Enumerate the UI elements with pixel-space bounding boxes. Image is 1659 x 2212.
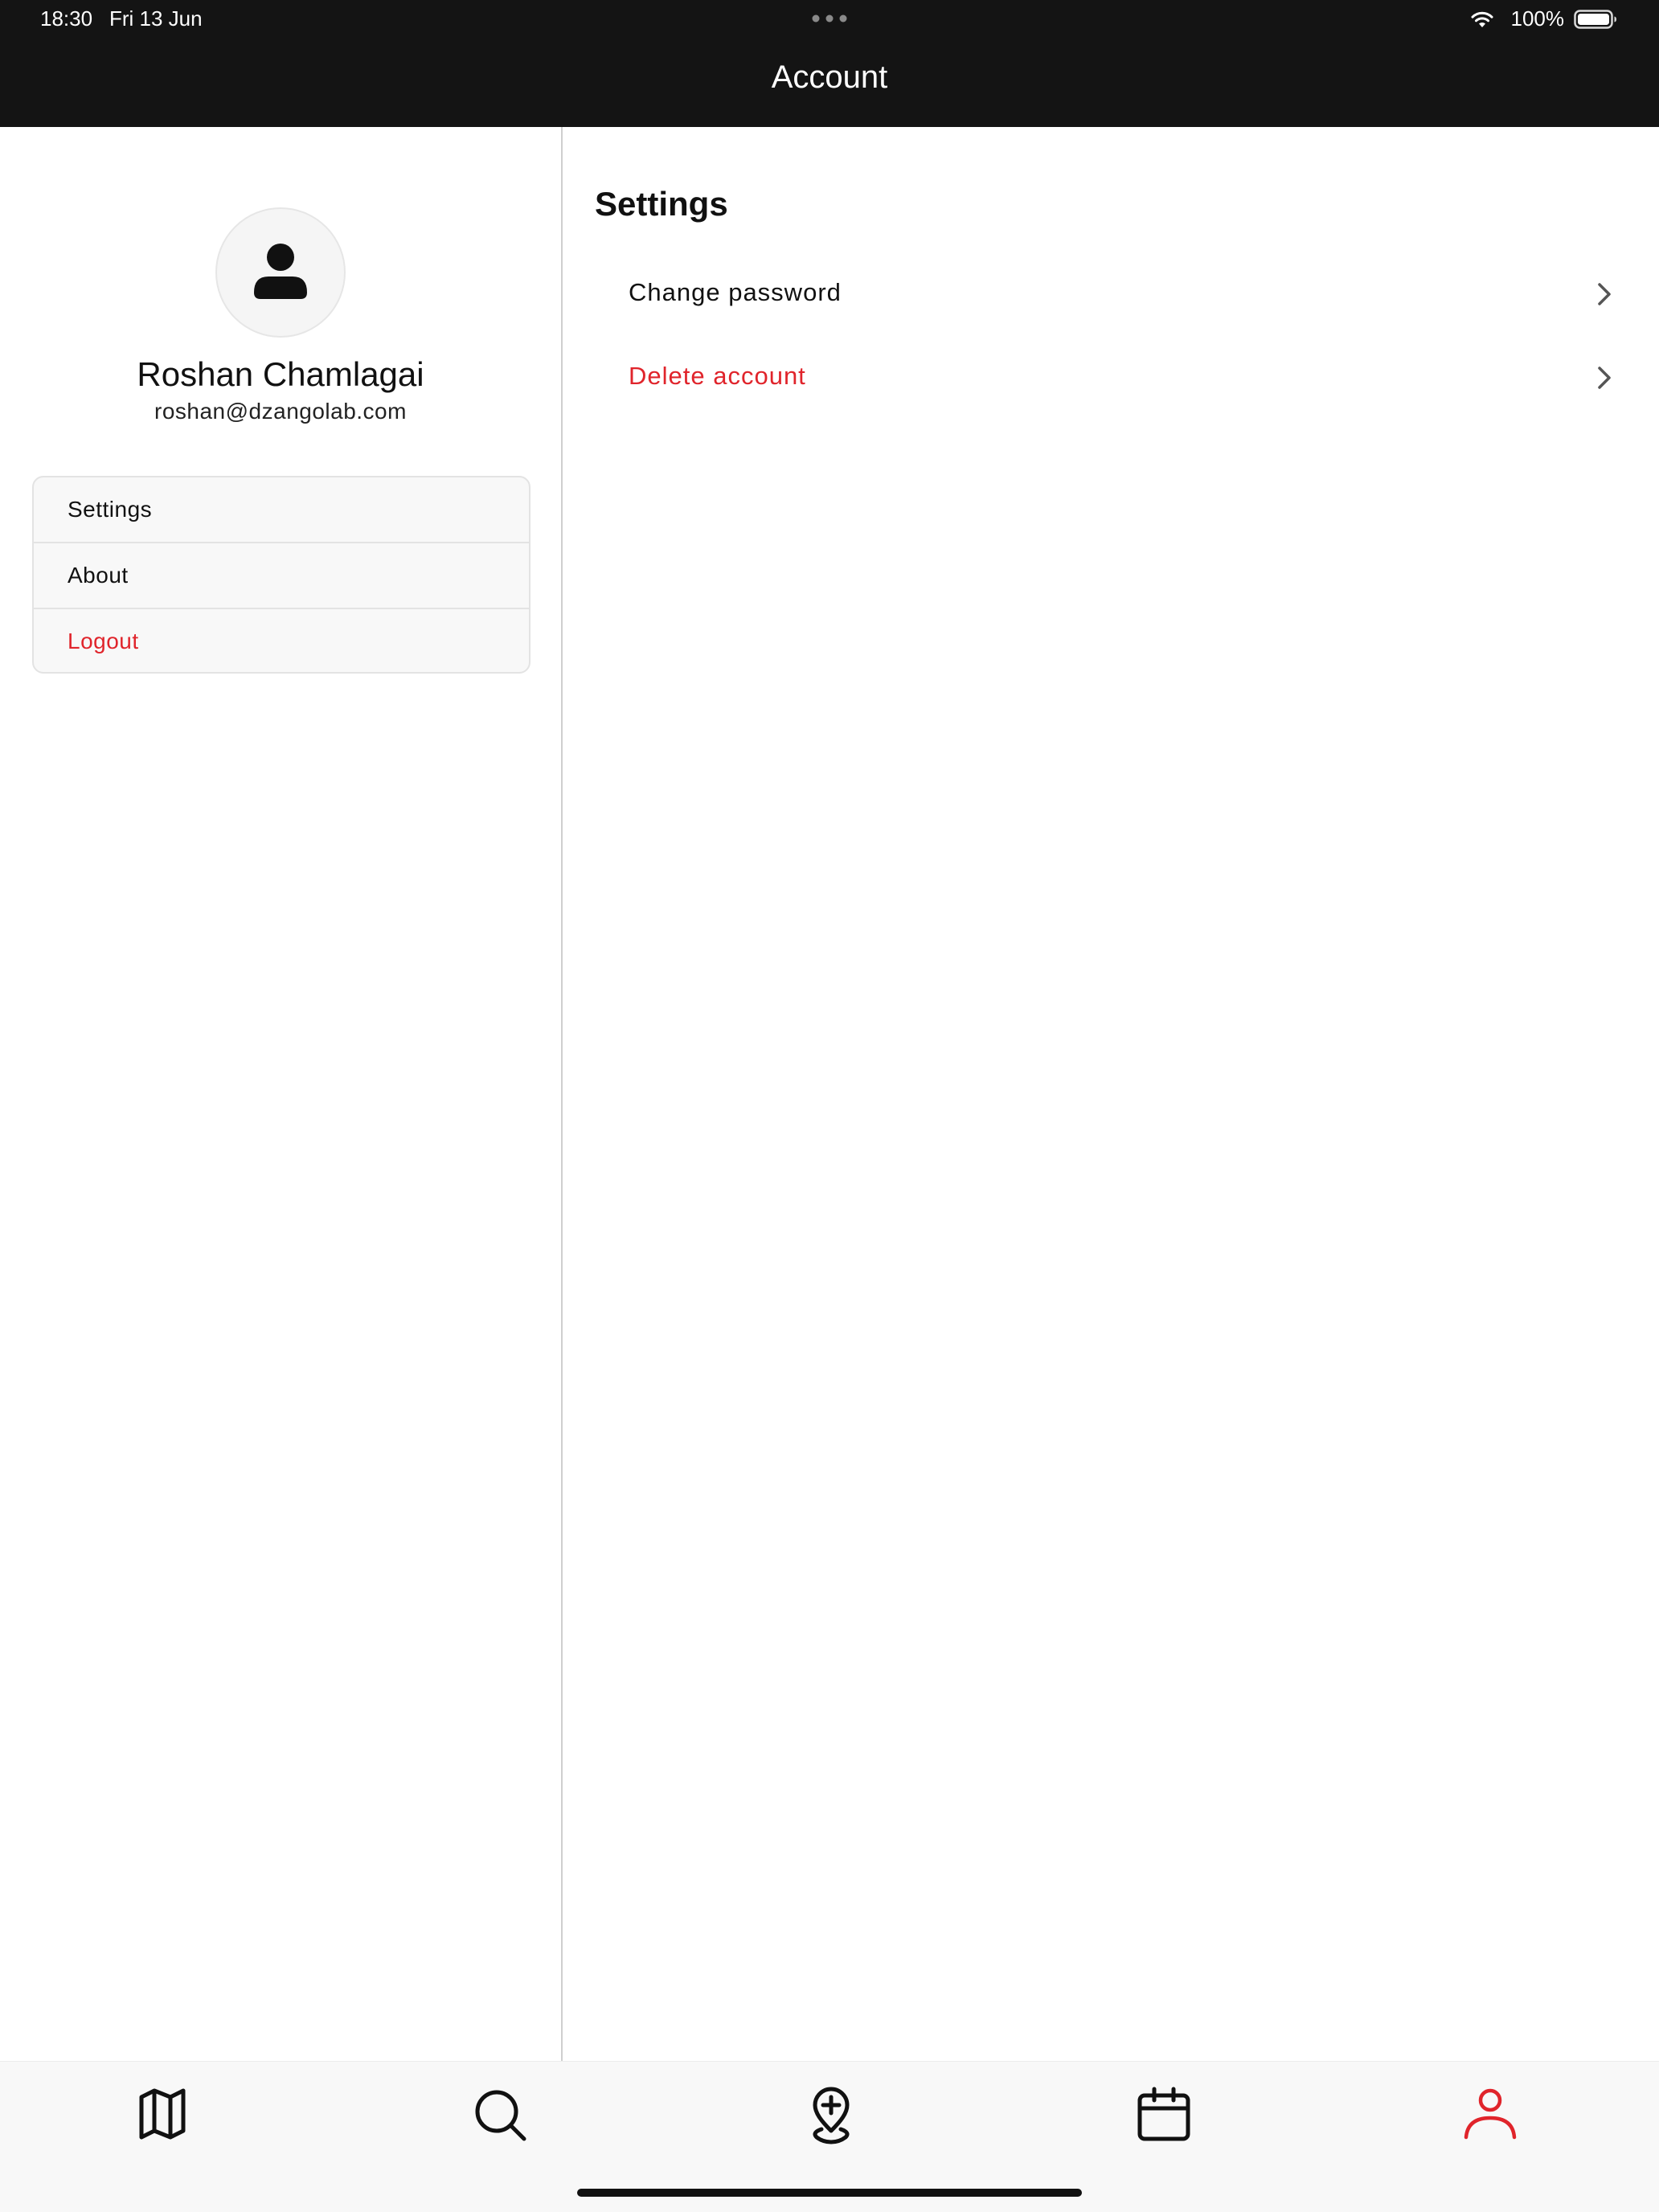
delete-account-label: Delete account (629, 362, 806, 390)
wifi-icon (1471, 11, 1493, 27)
sidebar-item-logout[interactable]: Logout (34, 609, 529, 672)
sidebar-item-label: About (68, 563, 129, 588)
sidebar-item-label: Logout (68, 629, 139, 653)
user-avatar-icon (254, 244, 307, 299)
home-indicator[interactable] (577, 2189, 1082, 2197)
tab-map[interactable] (130, 2081, 195, 2145)
status-time: 18:30 (40, 6, 93, 31)
top-bar: 18:30 Fri 13 Jun 100% Account (0, 0, 1659, 127)
chevron-right-icon (1598, 283, 1611, 305)
change-password-label: Change password (629, 278, 842, 306)
battery-percentage: 100% (1510, 6, 1565, 31)
battery-icon (1574, 10, 1616, 29)
tab-add-location[interactable] (799, 2081, 863, 2145)
sidebar-item-label: Settings (68, 497, 153, 522)
status-date: Fri 13 Jun (109, 6, 203, 31)
change-password-row[interactable]: Change password (595, 260, 1627, 330)
profile-name: Roshan Chamlagai (137, 355, 424, 393)
sidebar-item-about[interactable]: About (34, 543, 529, 609)
calendar-icon (1137, 2087, 1190, 2141)
chevron-right-icon (1598, 367, 1611, 389)
tab-search[interactable] (468, 2081, 532, 2145)
account-sidebar: Roshan Chamlagai roshan@dzangolab.com Se… (0, 127, 563, 2061)
sidebar-item-settings[interactable]: Settings (34, 477, 529, 543)
user-icon (1464, 2088, 1517, 2140)
settings-panel: Settings Change password Delete account (563, 127, 1659, 2061)
search-icon (475, 2090, 526, 2141)
delete-account-row[interactable]: Delete account (595, 344, 1627, 413)
section-title: Settings (595, 185, 728, 223)
tab-account[interactable] (1458, 2081, 1522, 2145)
status-indicators: 100% (1424, 6, 1617, 32)
page-title: Account (771, 59, 888, 95)
add-location-icon (813, 2087, 850, 2144)
account-screen: 18:30 Fri 13 Jun 100% Account Roshan Cha… (0, 0, 1659, 2212)
multitasking-dots-icon[interactable] (812, 14, 847, 23)
profile-email: roshan@dzangolab.com (154, 399, 407, 424)
avatar (215, 207, 346, 338)
map-icon (139, 2088, 186, 2140)
tab-calendar[interactable] (1132, 2081, 1196, 2145)
sidebar-menu: Settings About Logout (32, 476, 530, 674)
